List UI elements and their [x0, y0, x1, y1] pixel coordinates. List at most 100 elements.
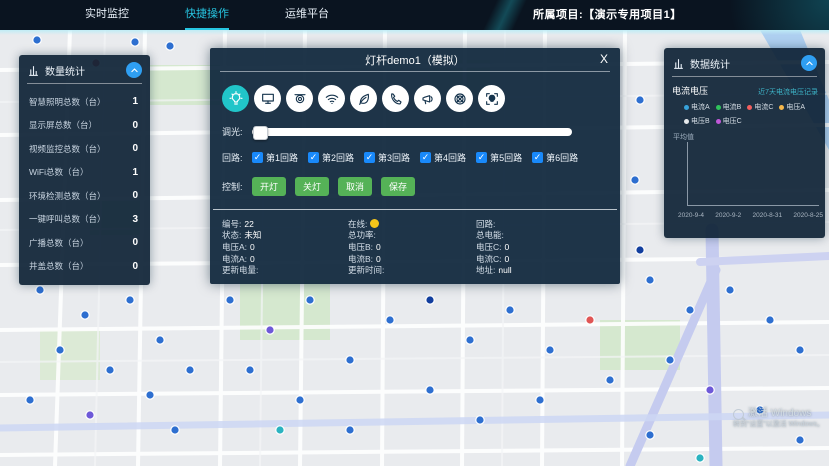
stat-value: 0 — [132, 261, 138, 272]
chart-section-header: 电流电压 近7天电流电压记录 — [664, 77, 825, 97]
wifi-icon[interactable] — [318, 85, 345, 112]
stat-row: 智慧照明总数（台）1 — [19, 90, 150, 114]
x-axis — [687, 205, 819, 206]
data-stats-panel: 数据统计 电流电压 近7天电流电压记录 电流A电流B电流C电压A电压B电压C 平… — [664, 48, 825, 238]
save-button[interactable]: 保存 — [381, 177, 415, 196]
legend-dot — [779, 105, 784, 110]
legend-item[interactable]: 电压B — [684, 116, 710, 126]
stat-value: 1 — [132, 167, 138, 178]
stat-label: WiFi总数（台） — [29, 166, 89, 178]
loop-checkbox-4[interactable]: ✓第4回路 — [420, 151, 466, 164]
info-label: 总电能: — [476, 229, 504, 241]
checkbox-checked-icon: ✓ — [532, 152, 543, 163]
panel-title: 数量统计 — [45, 63, 126, 78]
chart-title: 电流电压 — [672, 84, 758, 97]
capture-icon[interactable] — [478, 85, 505, 112]
stat-label: 一键呼叫总数（台） — [29, 213, 106, 225]
leaf-icon[interactable] — [350, 85, 377, 112]
loop-label: 第3回路 — [378, 151, 410, 164]
display-icon[interactable] — [254, 85, 281, 112]
stat-value: 0 — [132, 190, 138, 201]
control-button-group: 开灯关灯取消保存 — [252, 177, 424, 196]
x-tick-label: 2020-9-2 — [715, 212, 741, 219]
checkbox-checked-icon: ✓ — [252, 152, 263, 163]
quantity-stats-panel: 数量统计 智慧照明总数（台）1显示屏总数（台）0视频监控总数（台）0WiFi总数… — [19, 55, 150, 285]
chevron-up-icon — [130, 66, 139, 75]
legend-item[interactable]: 电压C — [716, 116, 742, 126]
info-field: 电压B:0 — [348, 241, 387, 253]
checkbox-checked-icon: ✓ — [308, 152, 319, 163]
stat-row: 广播总数（台）0 — [19, 231, 150, 255]
legend-item[interactable]: 电压A — [779, 102, 805, 112]
loop-checkbox-5[interactable]: ✓第5回路 — [476, 151, 522, 164]
legend-label: 电压B — [691, 116, 710, 126]
legend-item[interactable]: 电流A — [684, 102, 710, 112]
nav-tab-3[interactable]: 运维平台 — [285, 0, 329, 30]
loop-checkbox-1[interactable]: ✓第1回路 — [252, 151, 298, 164]
stat-row: 视频监控总数（台）0 — [19, 137, 150, 161]
info-field: 电流C:0 — [476, 253, 512, 265]
legend-label: 电流A — [691, 102, 710, 112]
chevron-up-icon — [805, 59, 814, 68]
windows-watermark: 激活 Windows 转到“设置”以激活 Windows。 — [733, 408, 824, 429]
stat-label: 显示屏总数（台） — [29, 119, 97, 131]
device-icon-row — [210, 72, 620, 112]
info-label: 电流B: — [348, 253, 373, 265]
manhole-icon[interactable] — [446, 85, 473, 112]
dimming-slider[interactable] — [252, 128, 572, 136]
info-value: 22 — [244, 219, 253, 229]
online-status-dot — [370, 219, 379, 228]
info-column: 回路:总电能:电压C:0电流C:0地址:null — [476, 218, 512, 276]
info-field: 状态:未知 — [222, 230, 261, 242]
slider-thumb[interactable] — [253, 126, 268, 140]
info-label: 电压B: — [348, 241, 373, 253]
legend-dot — [684, 105, 689, 110]
panel-header: 数据统计 — [664, 48, 825, 76]
info-column: 编号:22状态:未知电压A:0电流A:0更新电量: — [222, 218, 261, 276]
light-off-button[interactable]: 关灯 — [295, 177, 329, 196]
info-field: 电压A:0 — [222, 241, 261, 253]
info-field: 电流A:0 — [222, 253, 261, 265]
loop-checkbox-2[interactable]: ✓第2回路 — [308, 151, 354, 164]
info-label: 总功率: — [348, 229, 376, 241]
nav-tab-1[interactable]: 实时监控 — [85, 0, 129, 30]
info-label: 状态: — [222, 229, 241, 241]
info-field: 更新时间: — [348, 264, 387, 276]
loop-label: 第1回路 — [266, 151, 298, 164]
phone-icon[interactable] — [382, 85, 409, 112]
info-value: 0 — [505, 242, 510, 252]
dimming-row: 调光: — [210, 125, 620, 138]
info-label: 回路: — [476, 218, 495, 230]
close-icon[interactable]: X — [600, 51, 608, 68]
info-label: 电流C: — [476, 253, 502, 265]
stat-row: 环境检测总数（台）0 — [19, 184, 150, 208]
loop-checkbox-3[interactable]: ✓第3回路 — [364, 151, 410, 164]
info-value: 0 — [376, 242, 381, 252]
legend-label: 电压C — [723, 116, 742, 126]
legend-item[interactable]: 电流C — [747, 102, 773, 112]
legend-item[interactable]: 电流B — [716, 102, 742, 112]
nav-tab-2[interactable]: 快捷操作 — [185, 0, 229, 30]
loop-checkbox-6[interactable]: ✓第6回路 — [532, 151, 578, 164]
legend-dot — [747, 105, 752, 110]
info-value: 0 — [250, 254, 255, 264]
megaphone-icon[interactable] — [414, 85, 441, 112]
collapse-button[interactable] — [126, 62, 142, 78]
checkbox-checked-icon: ✓ — [420, 152, 431, 163]
checkbox-checked-icon: ✓ — [476, 152, 487, 163]
watermark-line2: 转到“设置”以激活 Windows。 — [733, 421, 824, 430]
loop-label: 第5回路 — [490, 151, 522, 164]
cancel-button[interactable]: 取消 — [338, 177, 372, 196]
camera-icon[interactable] — [286, 85, 313, 112]
light-on-button[interactable]: 开灯 — [252, 177, 286, 196]
info-value: 0 — [505, 254, 510, 264]
info-label: 电流A: — [222, 253, 247, 265]
nav-tabs: 实时监控 快捷操作 运维平台 — [85, 0, 829, 30]
loops-row: 回路: ✓第1回路✓第2回路✓第3回路✓第4回路✓第5回路✓第6回路 — [210, 151, 620, 164]
collapse-button[interactable] — [801, 55, 817, 71]
stat-label: 视频监控总数（台） — [29, 143, 106, 155]
modal-header: 灯杆demo1（模拟） X — [210, 48, 620, 71]
stats-list: 智慧照明总数（台）1显示屏总数（台）0视频监控总数（台）0WiFi总数（台）1环… — [19, 84, 150, 278]
x-tick-label: 2020-9-4 — [678, 212, 704, 219]
bulb-icon[interactable] — [222, 85, 249, 112]
